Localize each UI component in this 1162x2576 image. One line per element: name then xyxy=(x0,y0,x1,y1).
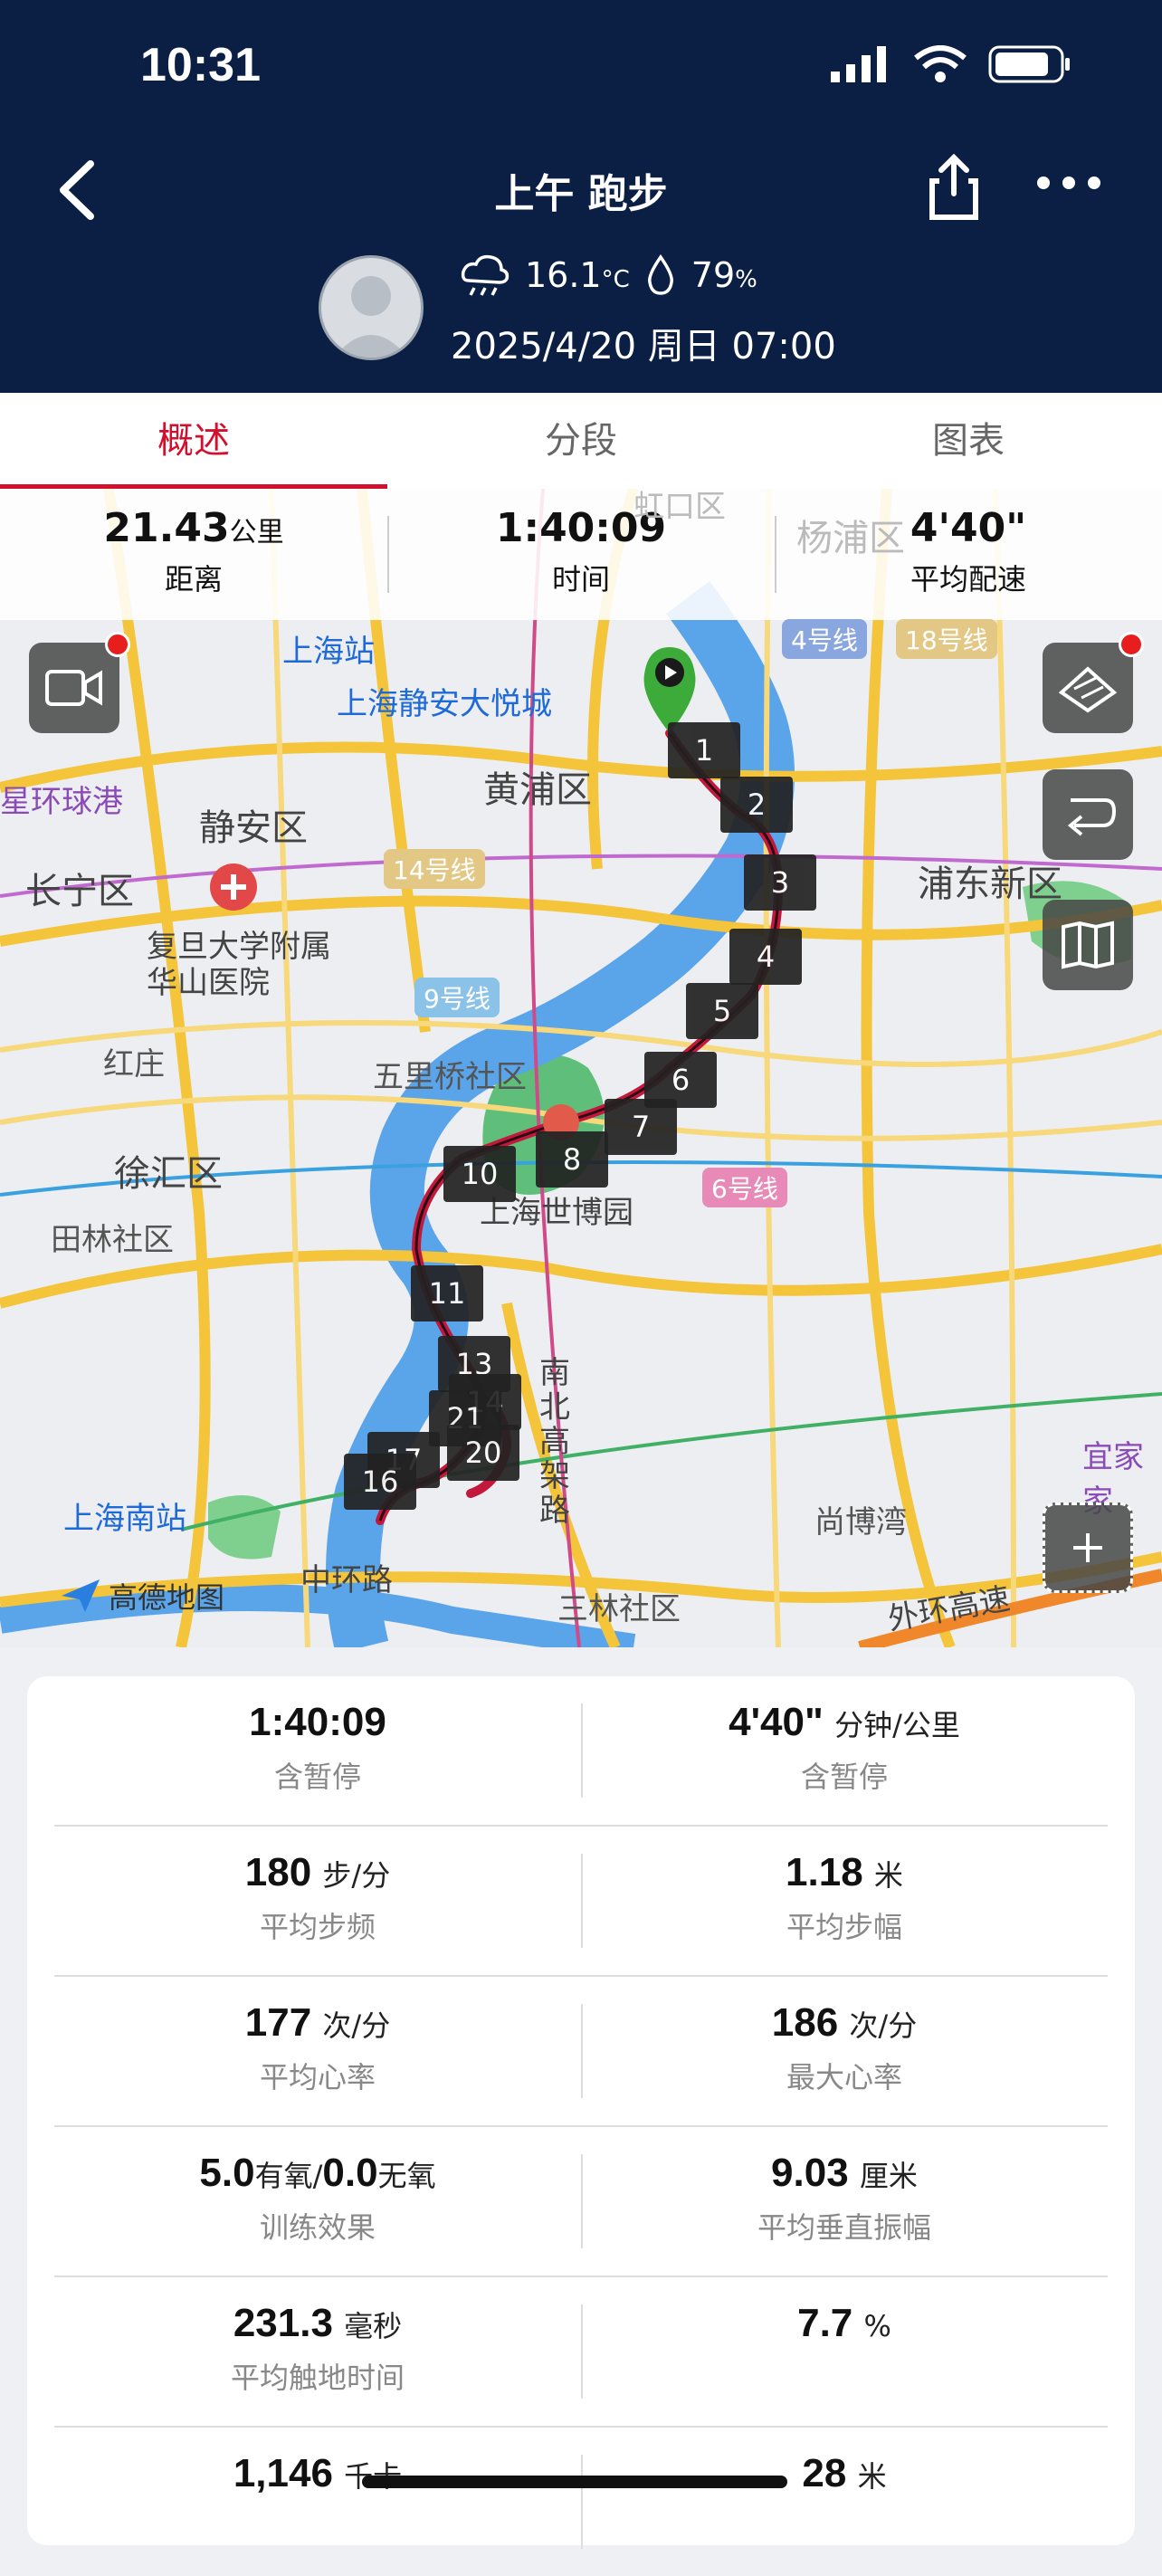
rain-cloud-icon xyxy=(461,254,510,296)
map-label-hongzhuang: 红庄 xyxy=(103,1046,165,1083)
map-label-changning: 长宁区 xyxy=(25,871,134,912)
summary-strip: 21.43公里 距离 1:40:09 时间 4'40" 平均配速 xyxy=(0,489,1162,620)
map-label-zhonghuan: 中环路 xyxy=(300,1562,393,1598)
stats-row: 1:40:09 含暂停 4'40" 分钟/公里 含暂停 xyxy=(54,1676,1108,1827)
stat-elevation: 28 米 xyxy=(581,2428,1108,2576)
stat-avg-hr: 177 次/分 平均心率 xyxy=(244,2000,391,2094)
home-indicator[interactable] xyxy=(362,2476,787,2488)
stats-row: 5.0有氧/0.0无氧 训练效果 9.03 厘米 平均垂直振幅 xyxy=(54,2127,1108,2277)
status-icons xyxy=(831,45,1072,83)
status-time: 10:31 xyxy=(140,39,261,91)
stats-row: 180 步/分 平均步频 1.18 米 平均步幅 xyxy=(54,1827,1108,1977)
map-label-jingan-mall: 上海静安大悦城 xyxy=(337,686,552,722)
signal-icon xyxy=(831,46,886,82)
stats-row: 177 次/分 平均心率 186 次/分 最大心率 xyxy=(54,1977,1108,2127)
stat-cadence: 180 步/分 平均步频 xyxy=(244,1850,391,1944)
header: 10:31 上午 跑步 16.1°C 79% 2025/4/20 周日 07:0… xyxy=(0,0,1162,393)
map-label-xuhui: 徐汇区 xyxy=(114,1153,223,1195)
stat-max-hr: 186 次/分 最大心率 xyxy=(581,1977,1108,2125)
stats-card: 1:40:09 含暂停 4'40" 分钟/公里 含暂停 180 步/分 平均步频… xyxy=(27,1676,1135,2549)
map-style-badge xyxy=(1119,632,1144,657)
tab-bar: 概述 分段 图表 xyxy=(0,393,1162,489)
map-label-wuliqiao: 五里桥社区 xyxy=(373,1059,527,1095)
map-style-button[interactable] xyxy=(1043,643,1133,733)
km-marker[interactable]: 20 xyxy=(447,1425,519,1481)
stat-ground-contact: 231.3 毫秒 平均触地时间 xyxy=(230,2301,405,2395)
stats-row: 231.3 毫秒 平均触地时间 7.7 % xyxy=(54,2277,1108,2428)
plus-icon xyxy=(1073,1533,1102,1562)
distance-stat: 21.43公里 距离 xyxy=(103,505,284,596)
video-badge xyxy=(105,632,130,657)
map-label-nanbei: 南北高架路 xyxy=(539,1355,570,1529)
map-label-stadium: 星环球港 xyxy=(0,784,123,820)
stats-row: 1,146 千卡 28 米 xyxy=(54,2428,1108,2576)
km-marker[interactable]: 8 xyxy=(536,1131,608,1188)
map-label-huashan: 复旦大学附属华山医院 xyxy=(147,929,331,1001)
stat-stride: 1.18 米 平均步幅 xyxy=(581,1827,1108,1975)
replay-icon xyxy=(1067,798,1117,836)
km-marker[interactable]: 3 xyxy=(744,854,816,911)
tab-overview[interactable]: 概述 xyxy=(0,393,387,489)
km-marker[interactable]: 10 xyxy=(443,1146,516,1202)
tab-splits[interactable]: 分段 xyxy=(387,393,775,489)
stat-vertical-oscillation: 9.03 厘米 平均垂直振幅 xyxy=(581,2127,1108,2275)
stat-pace: 4'40" 分钟/公里 含暂停 xyxy=(581,1676,1108,1825)
map-label-shangbowan: 尚博湾 xyxy=(814,1504,907,1541)
activity-datetime: 2025/4/20 周日 07:00 xyxy=(451,326,836,367)
gaode-icon xyxy=(62,1579,100,1612)
map-label-yangpu: 杨浦区 xyxy=(796,518,905,559)
map-label-shanghai-station: 上海站 xyxy=(282,634,375,670)
km-marker[interactable]: 5 xyxy=(686,983,758,1039)
tab-charts[interactable]: 图表 xyxy=(775,393,1162,489)
km-marker[interactable]: 11 xyxy=(411,1265,483,1321)
map-label-pudong: 浦东新区 xyxy=(918,863,1062,905)
stat-vertical-ratio: 7.7 % xyxy=(581,2277,1108,2426)
km-marker[interactable]: 16 xyxy=(344,1454,416,1510)
more-icon[interactable] xyxy=(1037,177,1100,189)
stat-calories: 1,146 千卡 xyxy=(233,2451,402,2495)
km-marker[interactable]: 2 xyxy=(720,777,793,833)
video-icon xyxy=(45,670,102,706)
map-background xyxy=(0,489,1162,1647)
stat-training-effect: 5.0有氧/0.0无氧 训练效果 xyxy=(199,2151,436,2245)
replay-button[interactable] xyxy=(1043,769,1133,860)
map-label-hongkou: 虹口区 xyxy=(633,489,726,525)
weather-info: 16.1°C 79% xyxy=(460,253,757,297)
gaode-logo: 高德地图 xyxy=(58,1575,224,1617)
map-label-tianlin: 田林社区 xyxy=(51,1222,174,1258)
map-layers-icon xyxy=(1058,666,1118,713)
temperature: 16.1 xyxy=(525,255,602,295)
map-icon xyxy=(1062,921,1114,969)
wifi-icon xyxy=(914,45,967,82)
map-label-south-station: 上海南站 xyxy=(63,1501,186,1537)
battery-icon xyxy=(988,45,1070,83)
map-label-sanlin: 三林社区 xyxy=(557,1591,681,1627)
zoom-in-button[interactable] xyxy=(1043,1503,1133,1593)
metro-line14: 14号线 xyxy=(384,849,485,889)
metro-line9: 9号线 xyxy=(414,978,500,1017)
km-marker[interactable]: 1 xyxy=(668,722,740,778)
km-marker[interactable]: 7 xyxy=(605,1099,677,1155)
stat-duration: 1:40:09 含暂停 xyxy=(249,1700,386,1794)
metro-line4: 4号线 xyxy=(782,619,867,659)
video-button[interactable] xyxy=(29,643,119,733)
km-marker[interactable]: 4 xyxy=(729,929,802,985)
humidity: 79 xyxy=(691,255,736,295)
share-icon[interactable] xyxy=(927,154,981,222)
avatar xyxy=(319,255,424,360)
map-label-huangpu: 黄浦区 xyxy=(483,769,592,811)
map-view-button[interactable] xyxy=(1043,900,1133,990)
humidity-icon xyxy=(647,253,673,295)
metro-line6: 6号线 xyxy=(702,1168,787,1207)
page-title: 上午 跑步 xyxy=(494,171,668,217)
map-label-jingan: 静安区 xyxy=(199,807,308,849)
metro-line18: 18号线 xyxy=(896,619,997,659)
route-map[interactable]: 21.43公里 距离 1:40:09 时间 4'40" 平均配速 虹口区 杨浦区… xyxy=(0,489,1162,1647)
